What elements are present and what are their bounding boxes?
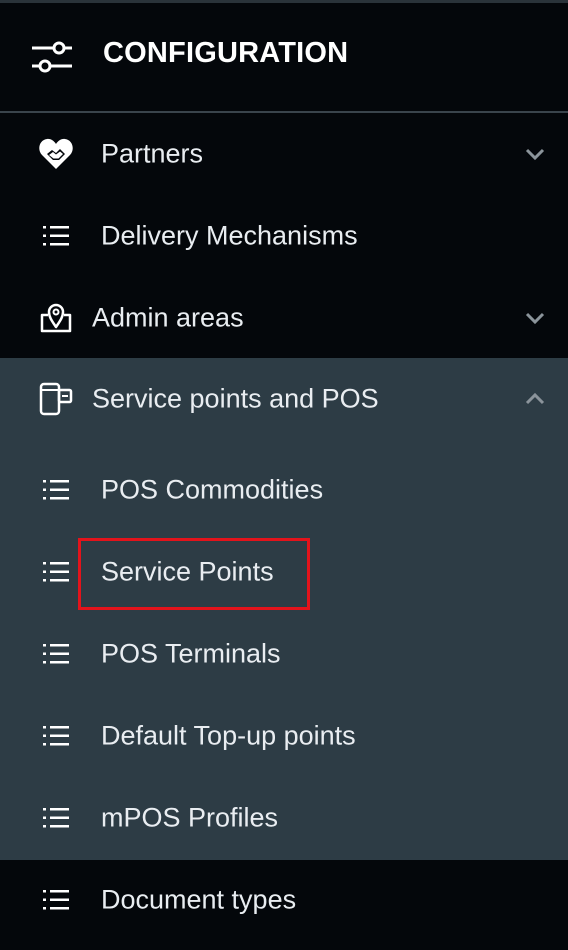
chevron-up-icon[interactable] xyxy=(524,392,546,406)
sidebar-item-label: Admin areas xyxy=(92,302,244,333)
list-icon xyxy=(43,890,69,910)
sidebar-header: CONFIGURATION xyxy=(0,3,568,111)
sidebar-item-label: POS Terminals xyxy=(101,638,281,669)
pos-terminal-icon xyxy=(39,382,73,416)
sidebar-item-delivery-mechanisms[interactable]: Delivery Mechanisms xyxy=(0,195,568,277)
list-icon xyxy=(43,226,69,246)
list-icon xyxy=(43,726,69,746)
sidebar-item-document-types[interactable]: Document types xyxy=(0,859,568,941)
sidebar-item-mpos-profiles[interactable]: mPOS Profiles xyxy=(0,777,568,859)
sidebar-item-label: POS Commodities xyxy=(101,474,324,505)
sidebar-item-label: Document types xyxy=(101,884,297,915)
sidebar-item-label: mPOS Profiles xyxy=(101,802,279,833)
list-icon xyxy=(43,644,69,664)
sidebar-item-label: Delivery Mechanisms xyxy=(101,220,358,251)
handshake-heart-icon xyxy=(39,138,73,169)
list-icon xyxy=(43,480,69,500)
sidebar-item-label: Default Top-up points xyxy=(101,720,356,751)
list-icon xyxy=(43,808,69,828)
sidebar-item-admin-areas[interactable]: Admin areas xyxy=(0,277,568,359)
list-icon xyxy=(43,562,69,582)
chevron-down-icon[interactable] xyxy=(524,311,546,325)
sidebar-item-partners[interactable]: Partners xyxy=(0,113,568,195)
sidebar-title: CONFIGURATION xyxy=(103,37,349,69)
sidebar-item-pos-commodities[interactable]: POS Commodities xyxy=(0,449,568,531)
sliders-icon xyxy=(32,41,72,73)
highlight-annotation xyxy=(78,538,310,610)
sidebar-item-pos-terminals[interactable]: POS Terminals xyxy=(0,613,568,695)
chevron-down-icon[interactable] xyxy=(524,147,546,161)
map-pin-icon xyxy=(40,303,72,333)
sidebar-item-label: Partners xyxy=(101,138,204,169)
sidebar-item-label: Service points and POS xyxy=(92,383,379,414)
sidebar-item-service-points-and-pos[interactable]: Service points and POS xyxy=(0,358,568,440)
sidebar-item-default-top-up-points[interactable]: Default Top-up points xyxy=(0,695,568,777)
